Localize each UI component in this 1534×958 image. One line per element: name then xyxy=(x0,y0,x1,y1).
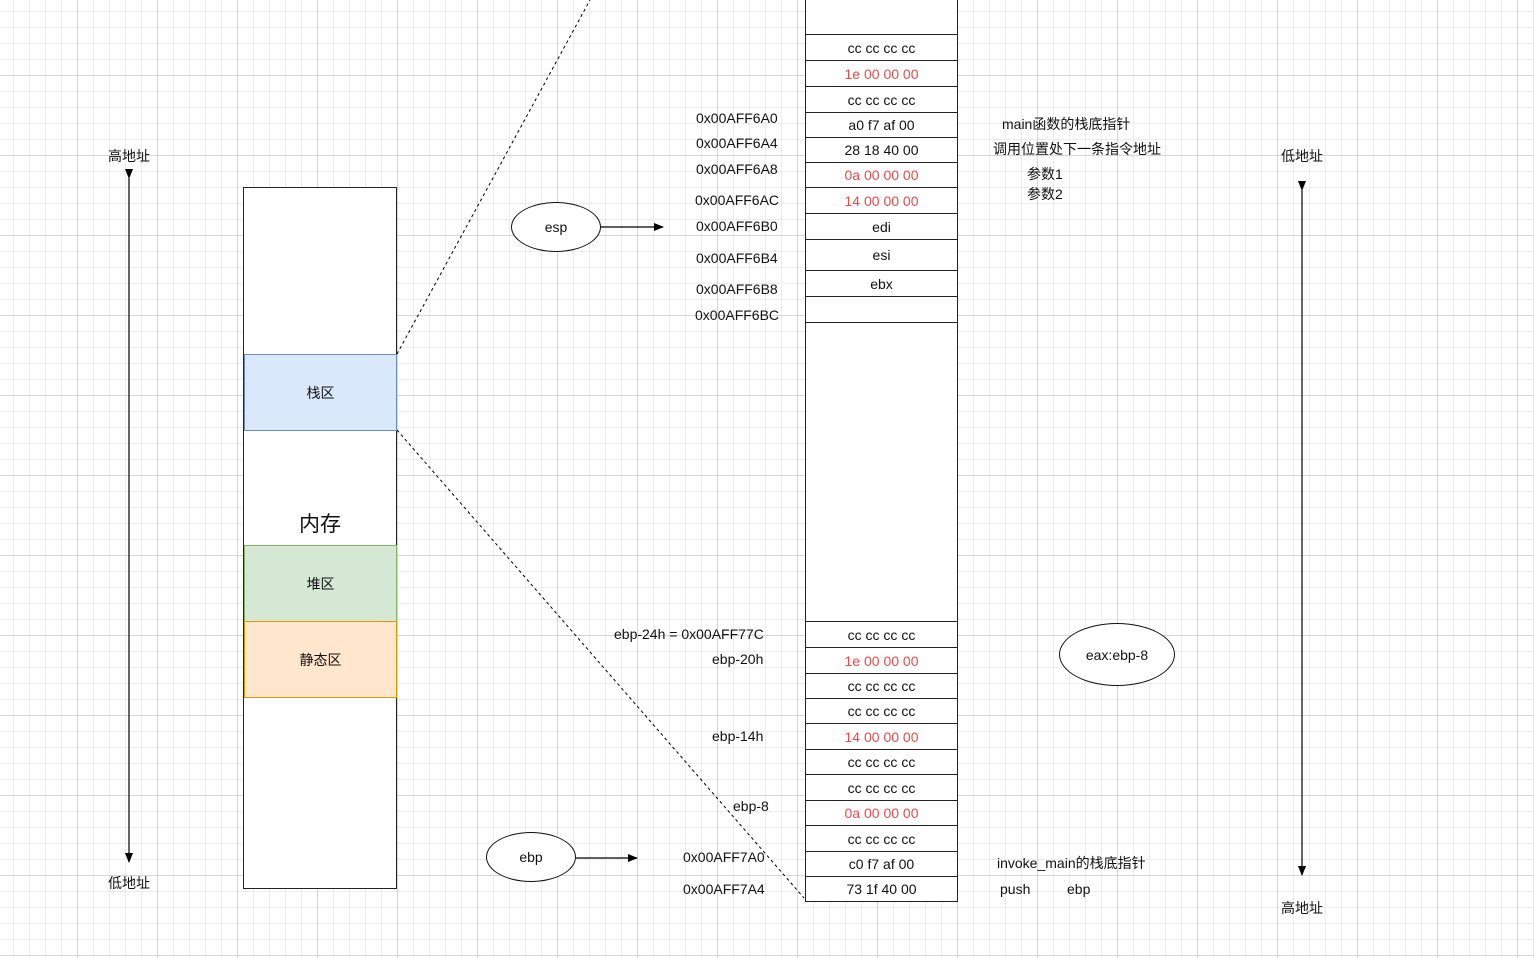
address-label: ebp-14h xyxy=(712,728,764,744)
address-label: ebp-24h = 0x00AFF77C xyxy=(614,626,764,642)
stack-cell: cc cc cc cc xyxy=(805,621,958,648)
stack-cell: cc cc cc cc xyxy=(805,34,958,61)
stack-cell: esi xyxy=(805,239,958,271)
address-label: 0x00AFF6A0 xyxy=(696,110,778,126)
note-invoke-main: invoke_main的栈底指针 xyxy=(997,855,1146,871)
address-label: 0x00AFF7A4 xyxy=(683,881,765,897)
note-param1: 参数1 xyxy=(1027,166,1063,182)
eax-label: eax:ebp-8 xyxy=(1085,646,1149,663)
stack-cell: c0 f7 af 00 xyxy=(805,851,958,877)
stack-cell: cc cc cc cc xyxy=(805,86,958,113)
memory-title: 内存 xyxy=(299,513,341,536)
address-label: ebp-8 xyxy=(733,798,769,814)
address-label: 0x00AFF6B4 xyxy=(696,250,778,266)
stack-cell: edi xyxy=(805,213,958,240)
stack-cell: cc cc cc cc xyxy=(805,825,958,852)
stack-region: 栈区 xyxy=(244,354,397,431)
stack-cell: a0 f7 af 00 xyxy=(805,112,958,138)
stack-cell: 73 1f 40 00 xyxy=(805,876,958,902)
ebp-pointer: ebp xyxy=(486,832,576,882)
ebp-label: ebp xyxy=(519,849,543,865)
address-label: 0x00AFF7A0 xyxy=(683,849,765,865)
esp-pointer: esp xyxy=(511,202,601,252)
address-label: ebp-20h xyxy=(712,651,764,667)
stack-cell: cc cc cc cc xyxy=(805,673,958,699)
stack-cell xyxy=(805,296,958,323)
note-push: push xyxy=(1000,881,1031,897)
static-region: 静态区 xyxy=(244,621,397,698)
stack-cell: 0a 00 00 00 xyxy=(805,800,958,826)
address-label: 0x00AFF6A8 xyxy=(696,161,778,177)
stack-cell: 1e 00 00 00 xyxy=(805,60,958,87)
right-axis-top-label: 低地址 xyxy=(1281,148,1323,164)
left-axis-bottom-label: 低地址 xyxy=(108,875,150,891)
left-axis-top-label: 高地址 xyxy=(108,148,150,164)
stack-region-label: 栈区 xyxy=(306,384,335,401)
esp-label: esp xyxy=(544,219,568,235)
stack-cell: cc cc cc cc xyxy=(805,774,958,801)
note-return-address: 调用位置处下一条指令地址 xyxy=(993,141,1161,157)
address-label: 0x00AFF6B0 xyxy=(696,218,778,234)
stack-cell: 1e 00 00 00 xyxy=(805,647,958,674)
stack-cell: 28 18 40 00 xyxy=(805,137,958,163)
address-label: 0x00AFF6AC xyxy=(695,192,780,208)
stack-cell: 14 00 00 00 xyxy=(805,723,958,750)
right-axis-bottom-label: 高地址 xyxy=(1281,900,1323,916)
note-push-reg: ebp xyxy=(1067,881,1091,897)
stack-cell: ebx xyxy=(805,270,958,297)
stack-cell: cc cc cc cc xyxy=(805,749,958,775)
stack-cell: 0a 00 00 00 xyxy=(805,162,958,188)
eax-pointer: eax:ebp-8 xyxy=(1059,623,1175,686)
stack-cell: 14 00 00 00 xyxy=(805,187,958,214)
address-label: 0x00AFF6A4 xyxy=(696,135,778,151)
memory-block xyxy=(243,187,397,889)
zoom-connector-top xyxy=(396,0,591,355)
static-region-label: 静态区 xyxy=(299,651,342,668)
heap-region-label: 堆区 xyxy=(306,575,335,592)
address-label: 0x00AFF6BC xyxy=(695,307,780,323)
stack-cell: cc cc cc cc xyxy=(805,698,958,724)
note-main-frame: main函数的栈底指针 xyxy=(1002,116,1131,132)
note-param2: 参数2 xyxy=(1027,186,1063,202)
address-label: 0x00AFF6B8 xyxy=(696,281,778,297)
heap-region: 堆区 xyxy=(244,545,397,622)
